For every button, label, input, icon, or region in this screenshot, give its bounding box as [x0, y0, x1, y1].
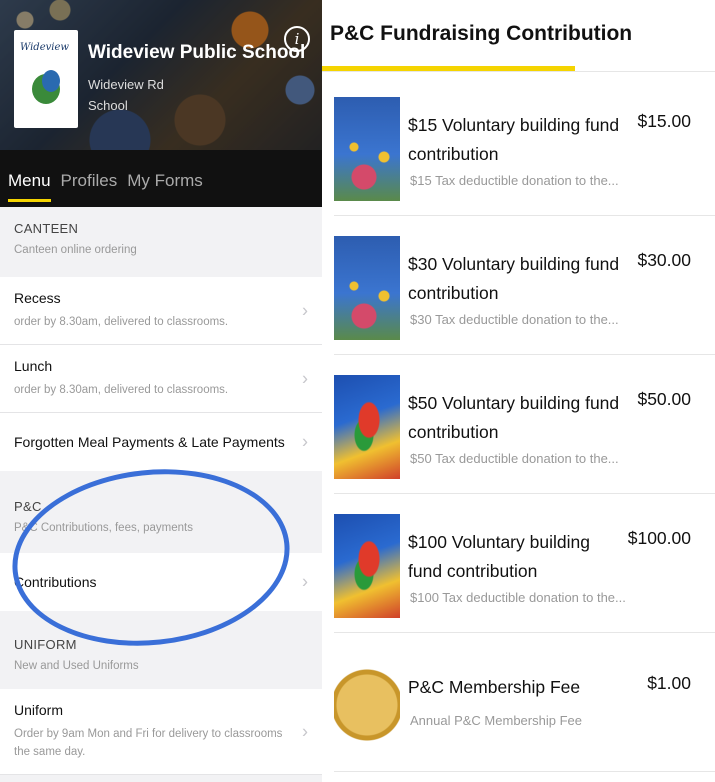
chevron-right-icon: › — [302, 431, 308, 452]
fundraising-panel: P&C Fundraising Contribution $15 Volunta… — [322, 0, 715, 782]
panel-header: P&C Fundraising Contribution — [322, 0, 715, 75]
mural-wall-thumbnail — [334, 236, 400, 340]
product-item[interactable]: $15 Voluntary building fund contribution… — [334, 77, 715, 216]
info-icon[interactable]: i — [284, 26, 310, 52]
product-item[interactable]: $100 Voluntary building fund contributio… — [334, 494, 715, 633]
product-name: $30 Voluntary building fund contribution — [408, 254, 620, 303]
school-address: Wideview Rd School — [88, 77, 164, 113]
chevron-right-icon: › — [302, 571, 308, 592]
school-header: Wideview Wideview Public School Wideview… — [0, 0, 322, 207]
product-name: $15 Voluntary building fund contribution — [408, 115, 620, 164]
page-title: P&C Fundraising Contribution — [330, 22, 633, 45]
product-description: $30 Tax deductible donation to the... — [410, 312, 619, 327]
product-price: $50.00 — [637, 389, 691, 409]
product-item[interactable]: $30 Voluntary building fund contribution… — [334, 216, 715, 355]
tab-bar: Menu Profiles My Forms — [0, 155, 213, 207]
menu-item-recess[interactable]: Recess order by 8.30am, delivered to cla… — [0, 277, 322, 345]
tab-profiles[interactable]: Profiles — [61, 171, 118, 191]
mural-wall-thumbnail — [334, 97, 400, 201]
product-price: $15.00 — [637, 111, 691, 131]
mural-bird-thumbnail — [334, 514, 400, 618]
product-item[interactable]: $50 Voluntary building fund contribution… — [334, 355, 715, 494]
school-menu-panel: Wideview Wideview Public School Wideview… — [0, 0, 322, 782]
school-name: Wideview Public School — [88, 42, 306, 63]
product-description: $50 Tax deductible donation to the... — [410, 451, 619, 466]
product-name: $50 Voluntary building fund contribution — [408, 393, 620, 442]
chevron-right-icon: › — [302, 300, 308, 320]
mural-bird-thumbnail — [334, 375, 400, 479]
product-description: Annual P&C Membership Fee — [410, 713, 582, 728]
menu-item-lunch[interactable]: Lunch order by 8.30am, delivered to clas… — [0, 345, 322, 413]
product-item[interactable]: P&C Membership Fee $1.00 Annual P&C Memb… — [334, 633, 715, 772]
product-name: P&C Membership Fee — [408, 677, 581, 697]
tab-my-forms[interactable]: My Forms — [127, 171, 203, 191]
product-price: $30.00 — [637, 250, 691, 270]
chevron-right-icon: › — [302, 368, 308, 388]
menu-item-uniform[interactable]: Uniform Order by 9am Mon and Fri for del… — [0, 689, 322, 775]
product-price: $100.00 — [627, 528, 691, 548]
product-description: $100 Tax deductible donation to the... — [410, 590, 626, 605]
menu-item-forgotten-meal[interactable]: Forgotten Meal Payments & Late Payments … — [0, 413, 322, 471]
product-name: $100 Voluntary building fund contributio… — [408, 532, 590, 581]
logo-text: Wideview — [20, 42, 69, 53]
chevron-right-icon: › — [302, 721, 308, 741]
school-logo: Wideview — [14, 30, 78, 128]
product-price: $1.00 — [647, 673, 691, 693]
dollar-coin-thumbnail — [334, 653, 400, 757]
section-canteen: CANTEEN Canteen online ordering — [0, 207, 322, 277]
product-description: $15 Tax deductible donation to the... — [410, 173, 619, 188]
tab-menu[interactable]: Menu — [8, 171, 51, 202]
